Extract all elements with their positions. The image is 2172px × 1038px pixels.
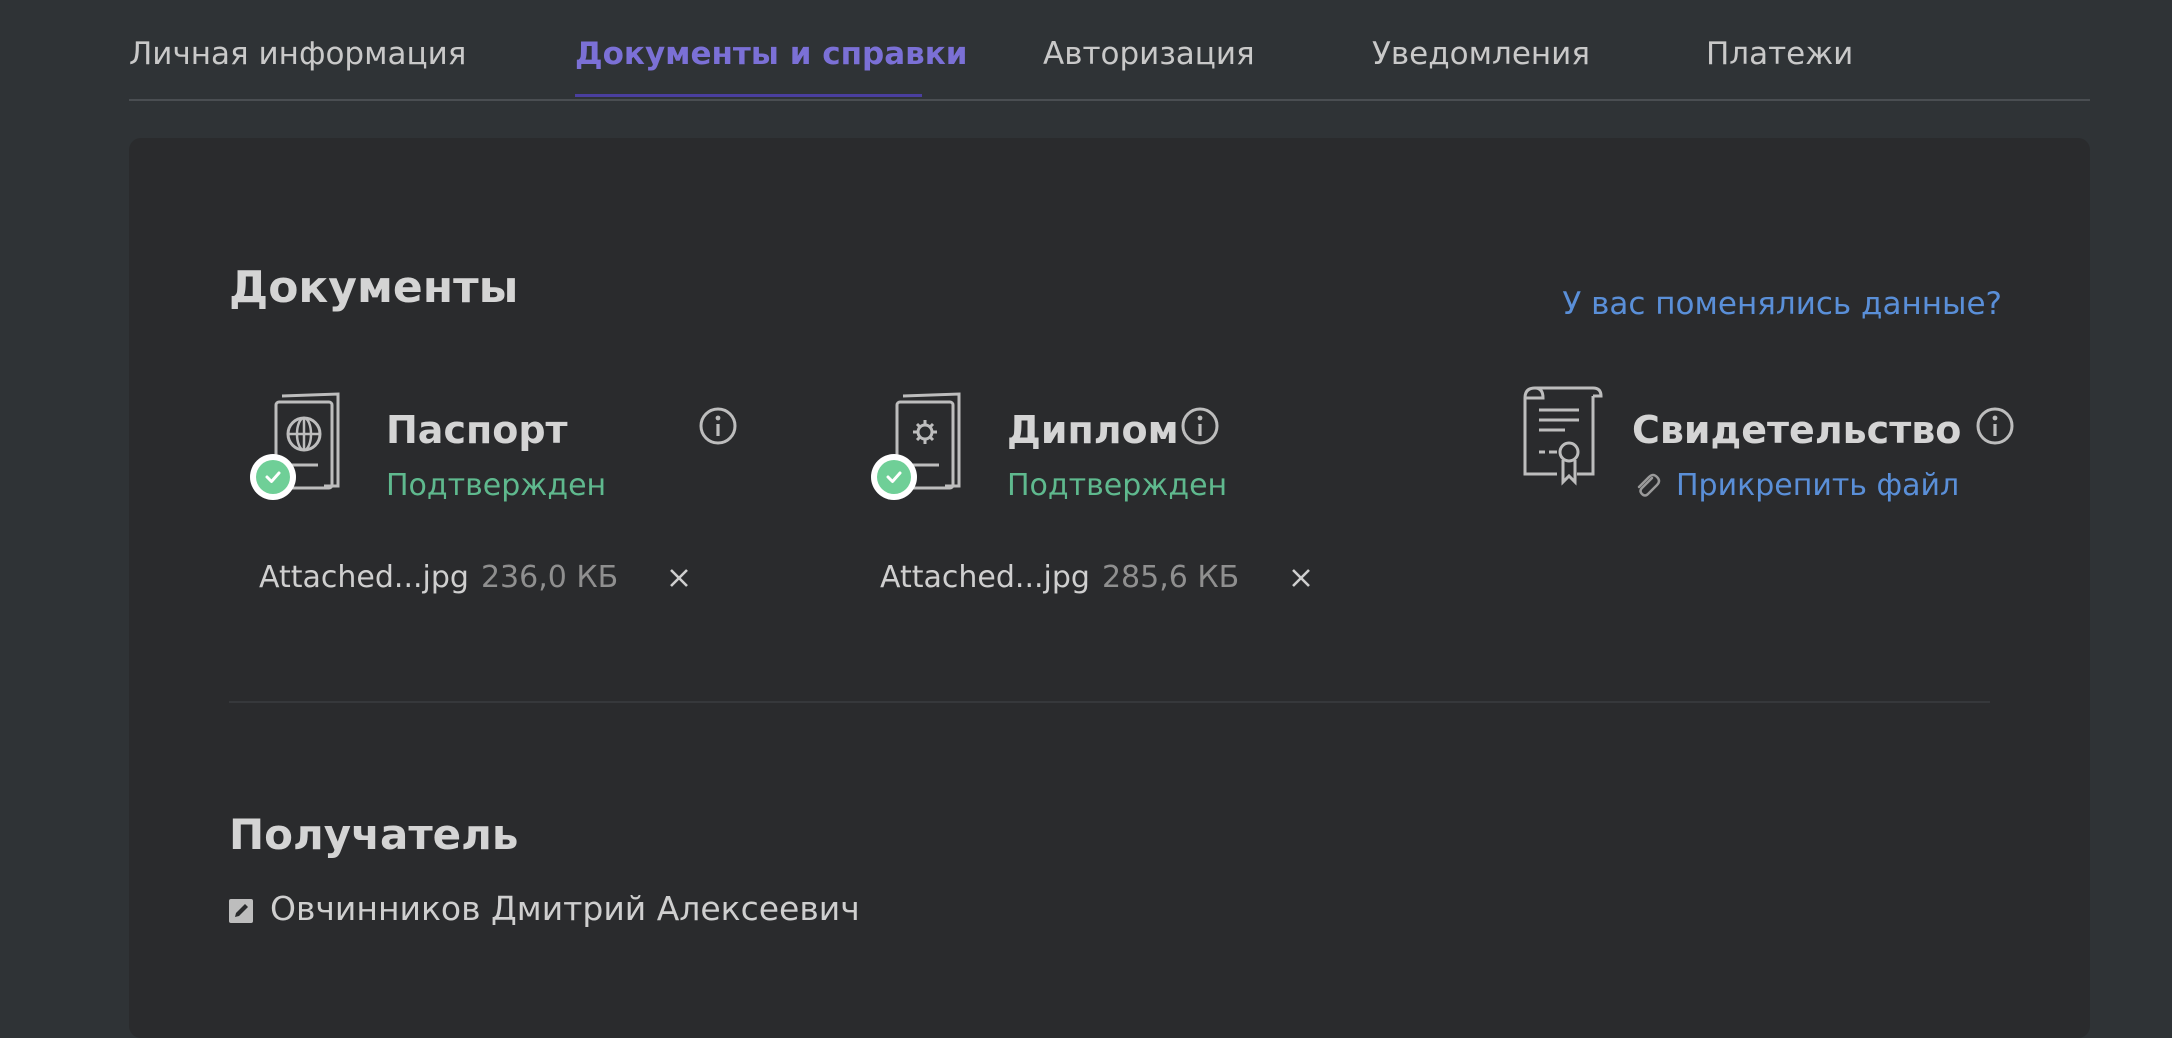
status-verified: Подтвержден [386,468,607,503]
tab-payments[interactable]: Платежи [1706,36,1853,72]
edit-icon[interactable] [229,899,253,923]
info-icon[interactable] [698,406,738,446]
document-diploma: Диплом Подтвержден [871,390,1373,540]
documents-title: Документы [229,262,519,313]
document-passport: Паспорт Подтвержден [250,390,752,540]
data-changed-link[interactable]: У вас поменялись данные? [1562,286,2002,322]
info-icon[interactable] [1975,406,2015,446]
document-name: Диплом [1007,408,1179,452]
verified-check-icon [871,454,917,500]
tab-authorization[interactable]: Авторизация [1043,36,1255,72]
recipient-title: Получатель [229,810,519,859]
attach-file-link[interactable]: Прикрепить файл [1676,468,1959,503]
tab-documents[interactable]: Документы и справки [575,36,968,72]
attached-file: Attached...jpg 285,6 КБ [880,560,1239,595]
divider [229,701,1990,703]
certificate-icon [1523,386,1603,486]
document-certificate: Свидетельство Прикрепить файл [1517,386,2017,540]
documents-card: Документы У вас поменялись данные? Паспо… [129,138,2090,1038]
file-name: Attached...jpg [259,560,469,595]
tab-personal-info[interactable]: Личная информация [129,36,466,72]
remove-file-icon[interactable] [1289,566,1313,590]
document-name: Паспорт [386,408,568,452]
verified-check-icon [250,454,296,500]
document-name: Свидетельство [1632,408,1962,452]
active-tab-indicator [575,94,922,97]
tab-notifications[interactable]: Уведомления [1372,36,1590,72]
tabs-bar: Личная информация Документы и справки Ав… [129,0,2090,101]
file-name: Attached...jpg [880,560,1090,595]
status-verified: Подтвержден [1007,468,1228,503]
file-size: 236,0 КБ [480,560,619,595]
attached-file: Attached...jpg 236,0 КБ [259,560,618,595]
recipient-name: Овчинников Дмитрий Алексеевич [270,889,860,928]
file-size: 285,6 КБ [1101,560,1240,595]
remove-file-icon[interactable] [667,566,691,590]
paperclip-icon [1637,473,1661,497]
info-icon[interactable] [1180,406,1220,446]
